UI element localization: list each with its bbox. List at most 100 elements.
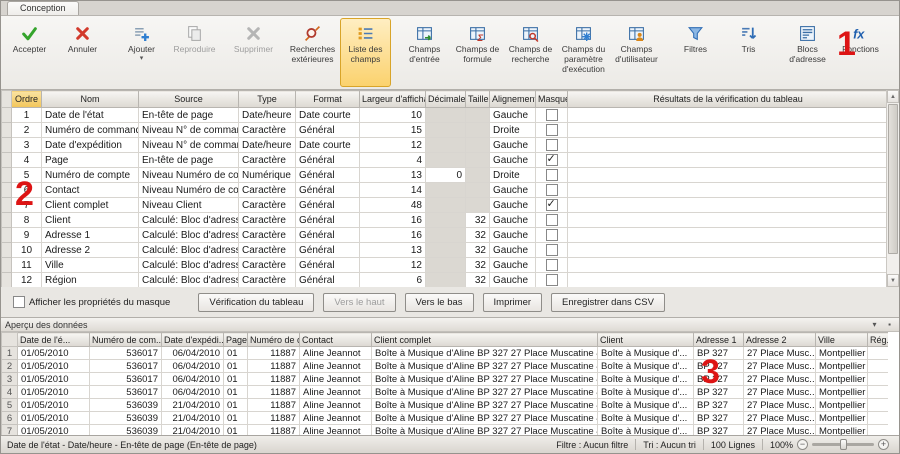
cell-resultats[interactable]	[568, 258, 889, 273]
cell-decimales[interactable]	[426, 243, 466, 258]
address-blocks-button[interactable]: Blocs d'adresse	[782, 18, 833, 87]
cell-masque[interactable]	[536, 108, 568, 123]
column-header-resultats[interactable]: Résultats de la vérification du tableau	[568, 91, 889, 108]
cell-region[interactable]	[868, 412, 889, 425]
cell-source[interactable]: Niveau N° de commande	[139, 138, 239, 153]
cell-contact[interactable]: Aline Jeannot	[300, 399, 372, 412]
preview-column-header-client[interactable]: Client	[598, 333, 694, 347]
cell-ordre[interactable]: 3	[12, 138, 42, 153]
cell-alignement[interactable]: Droite	[490, 123, 536, 138]
cell-taille[interactable]: 32	[466, 273, 490, 288]
cell-alignement[interactable]: Gauche	[490, 153, 536, 168]
cell-masque[interactable]	[536, 168, 568, 183]
cell-type[interactable]: Caractère	[239, 183, 296, 198]
cell-format[interactable]: Général	[296, 168, 360, 183]
cell-format[interactable]: Général	[296, 213, 360, 228]
scrollbar-thumb[interactable]	[888, 104, 898, 254]
cell-page[interactable]: 01	[224, 399, 248, 412]
cell-type[interactable]: Numérique	[239, 168, 296, 183]
cell-ville[interactable]: Montpellier	[816, 386, 868, 399]
cell-type[interactable]: Caractère	[239, 273, 296, 288]
list-item[interactable]: 501/05/201053603921/04/20100111887Aline …	[2, 399, 889, 412]
cell-client[interactable]: Boîte à Musique d'...	[598, 412, 694, 425]
fields-table-scrollbar[interactable]: ▲ ▼	[886, 90, 899, 287]
preview-column-header-contact[interactable]: Contact	[300, 333, 372, 347]
cell-ville[interactable]: Montpellier	[816, 412, 868, 425]
cell-nom[interactable]: Adresse 2	[42, 243, 139, 258]
cell-contact[interactable]: Aline Jeannot	[300, 412, 372, 425]
cell-source[interactable]: Niveau N° de commande	[139, 123, 239, 138]
cell-alignement[interactable]: Gauche	[490, 228, 536, 243]
cell-masque[interactable]	[536, 138, 568, 153]
external-search-button[interactable]: Recherches extérieures	[287, 18, 338, 87]
cell-adresse2[interactable]: 27 Place Musc...	[744, 412, 816, 425]
cell-alignement[interactable]: Gauche	[490, 258, 536, 273]
cell-masque[interactable]	[536, 213, 568, 228]
cell-taille[interactable]	[466, 153, 490, 168]
cell-num_compte[interactable]: 11887	[248, 360, 300, 373]
masque-checkbox[interactable]	[546, 169, 558, 181]
cell-alignement[interactable]: Gauche	[490, 213, 536, 228]
field-list-button[interactable]: Liste des champs	[340, 18, 391, 87]
cell-taille[interactable]: 32	[466, 243, 490, 258]
cell-nom[interactable]: Client complet	[42, 198, 139, 213]
cell-alignement[interactable]: Gauche	[490, 273, 536, 288]
cell-adresse2[interactable]: 27 Place Musc...	[744, 399, 816, 412]
cell-taille[interactable]	[466, 123, 490, 138]
cell-num_commande[interactable]: 536017	[90, 360, 162, 373]
masque-checkbox[interactable]	[546, 214, 558, 226]
cell-decimales[interactable]: 0	[426, 168, 466, 183]
cell-nom[interactable]: Région	[42, 273, 139, 288]
cell-resultats[interactable]	[568, 183, 889, 198]
cell-nom[interactable]: Adresse 1	[42, 228, 139, 243]
cell-decimales[interactable]	[426, 228, 466, 243]
cell-largeur[interactable]: 16	[360, 228, 426, 243]
row-selector[interactable]	[2, 168, 12, 183]
row-number[interactable]: 2	[2, 360, 18, 373]
cell-date_etat[interactable]: 01/05/2010	[18, 412, 90, 425]
list-item[interactable]: 201/05/201053601706/04/20100111887Aline …	[2, 360, 889, 373]
masque-checkbox[interactable]	[546, 259, 558, 271]
help-button[interactable]: ?Aide	[894, 18, 900, 87]
cell-decimales[interactable]	[426, 183, 466, 198]
cell-region[interactable]	[868, 386, 889, 399]
preview-column-header-date_exp[interactable]: Date d'expédi...	[162, 333, 224, 347]
cell-adresse2[interactable]: 27 Place Musc...	[744, 360, 816, 373]
cell-masque[interactable]	[536, 258, 568, 273]
cell-resultats[interactable]	[568, 168, 889, 183]
cell-date_etat[interactable]: 01/05/2010	[18, 373, 90, 386]
cell-resultats[interactable]	[568, 123, 889, 138]
cell-largeur[interactable]: 12	[360, 138, 426, 153]
cell-type[interactable]: Caractère	[239, 198, 296, 213]
save-csv-button[interactable]: Enregistrer dans CSV	[551, 293, 665, 312]
cell-contact[interactable]: Aline Jeannot	[300, 386, 372, 399]
scroll-up-icon[interactable]: ▲	[887, 90, 899, 103]
cell-resultats[interactable]	[568, 153, 889, 168]
cell-resultats[interactable]	[568, 243, 889, 258]
cell-resultats[interactable]	[568, 138, 889, 153]
cell-ville[interactable]: Montpellier	[816, 399, 868, 412]
list-item[interactable]: 601/05/201053603921/04/20100111887Aline …	[2, 412, 889, 425]
cell-alignement[interactable]: Gauche	[490, 108, 536, 123]
cell-type[interactable]: Caractère	[239, 243, 296, 258]
cell-client_complet[interactable]: Boîte à Musique d'Aline BP 327 27 Place …	[372, 399, 598, 412]
cell-num_commande[interactable]: 536017	[90, 373, 162, 386]
cell-type[interactable]: Date/heure	[239, 138, 296, 153]
cell-decimales[interactable]	[426, 273, 466, 288]
print-button[interactable]: Imprimer	[483, 293, 542, 312]
cell-source[interactable]: Calculé: Bloc d'adresse	[139, 213, 239, 228]
verify-table-button[interactable]: Vérification du tableau	[198, 293, 314, 312]
cell-client_complet[interactable]: Boîte à Musique d'Aline BP 327 27 Place …	[372, 347, 598, 360]
cell-page[interactable]: 01	[224, 412, 248, 425]
cell-source[interactable]: Calculé: Bloc d'adresse	[139, 273, 239, 288]
cell-format[interactable]: Général	[296, 273, 360, 288]
show-mask-properties-checkbox[interactable]: Afficher les propriétés du masque	[13, 296, 170, 308]
cell-ordre[interactable]: 12	[12, 273, 42, 288]
cell-type[interactable]: Caractère	[239, 153, 296, 168]
cell-contact[interactable]: Aline Jeannot	[300, 360, 372, 373]
zoom-out-button[interactable]: −	[797, 439, 808, 450]
user-fields-button[interactable]: Champs d'utilisateur	[611, 18, 662, 87]
cell-date_exp[interactable]: 06/04/2010	[162, 386, 224, 399]
masque-checkbox[interactable]	[546, 199, 558, 211]
cell-nom[interactable]: Date de l'état	[42, 108, 139, 123]
